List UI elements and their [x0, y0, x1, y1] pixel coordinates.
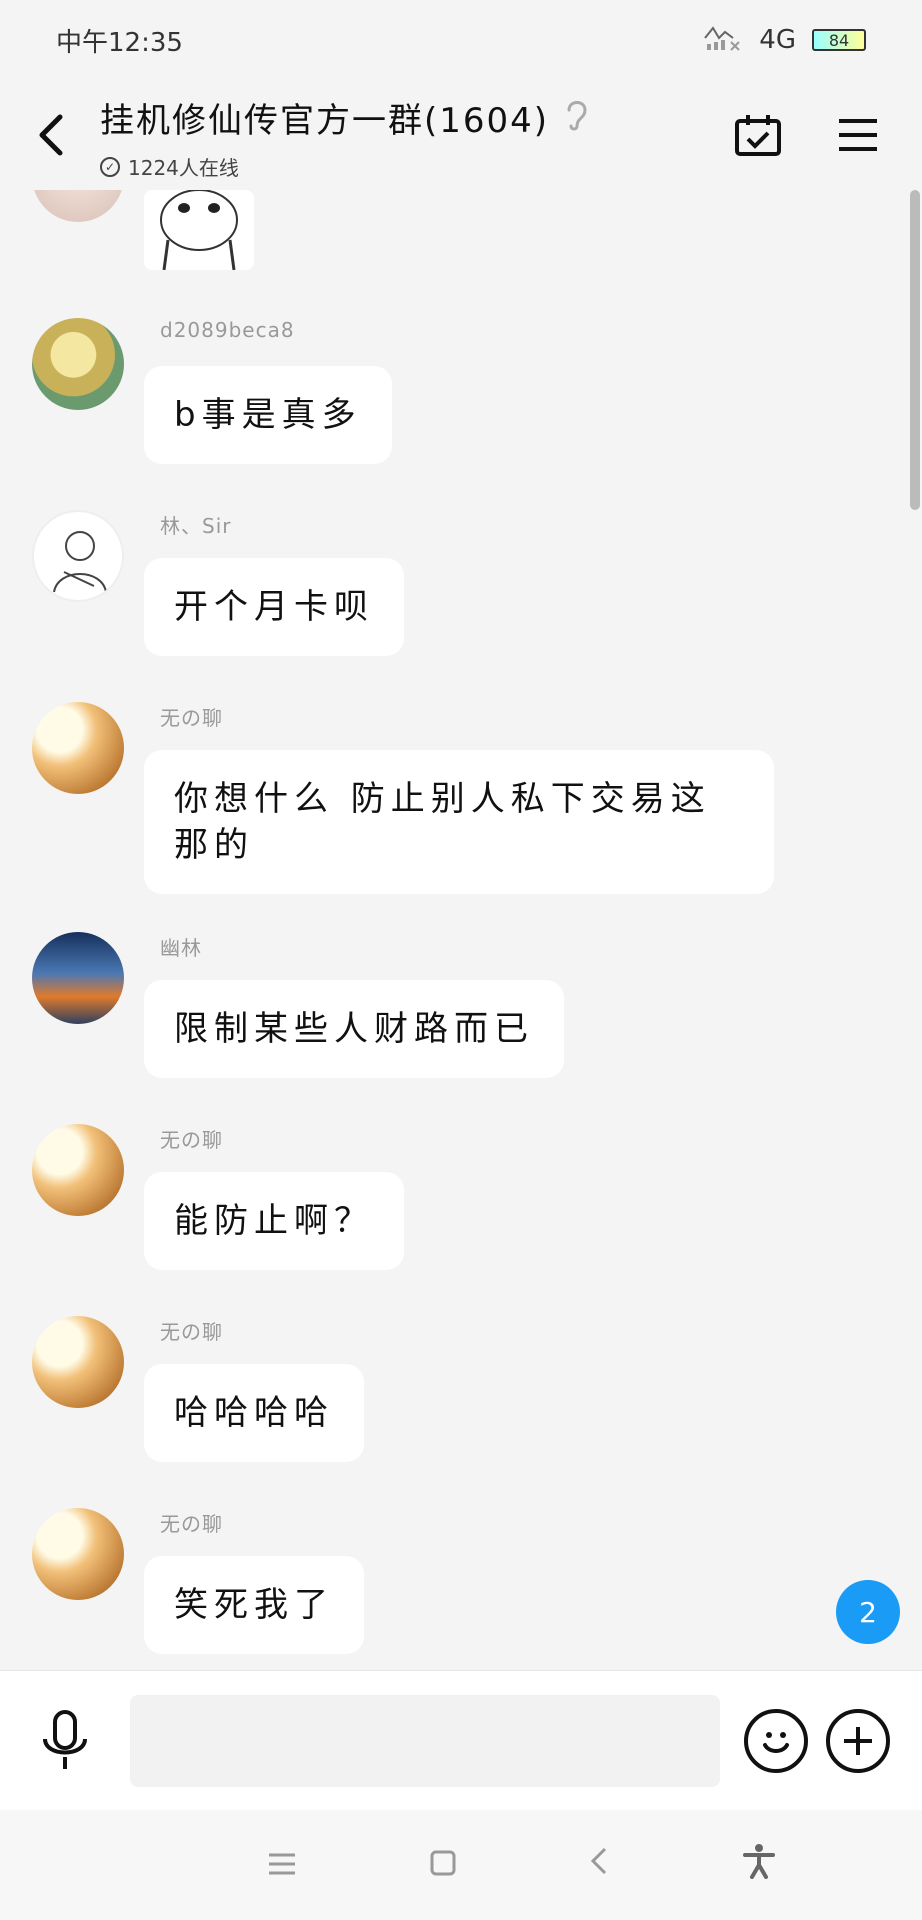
square-icon: [430, 1850, 455, 1876]
chevron-left-icon: [590, 1847, 606, 1875]
signal-icon: [703, 22, 743, 59]
message-input[interactable]: [130, 1694, 720, 1787]
input-bar: [0, 1670, 922, 1810]
scrollbar[interactable]: [910, 190, 920, 1670]
calendar-checkin-button[interactable]: [730, 107, 786, 163]
sender-name: 无の聊: [160, 706, 223, 730]
status-bar: 中午12:35 4G 84: [0, 0, 922, 80]
sender-name: d2089beca8: [160, 318, 295, 342]
avatar[interactable]: [32, 702, 124, 794]
avatar[interactable]: [32, 318, 124, 410]
smiley-icon: [763, 1731, 789, 1753]
battery-level: 84: [828, 30, 850, 50]
plus-icon: [844, 1726, 872, 1755]
sender-name: 幽林: [160, 936, 202, 960]
avatar[interactable]: [32, 1316, 124, 1408]
avatar[interactable]: [32, 1508, 124, 1600]
chat-header: 挂机修仙传官方一群(1604) ✓ 1224人在线: [0, 80, 922, 190]
input-actions: [744, 1708, 890, 1773]
message-list[interactable]: d2089beca8 b事是真多 林、Sir 开个月卡呗 无の聊 你想什么 防止…: [0, 190, 910, 1670]
nav-accessibility-button[interactable]: [742, 1843, 776, 1888]
online-count: 1224人在线: [128, 156, 239, 180]
chat-title-block[interactable]: 挂机修仙传官方一群(1604) ✓ 1224人在线: [100, 89, 730, 181]
sender-name: 无の聊: [160, 1128, 223, 1152]
chevron-left-icon: [39, 114, 63, 156]
message-bubble[interactable]: 哈哈哈哈: [144, 1364, 364, 1462]
scrollbar-thumb[interactable]: [910, 190, 920, 510]
message-bubble[interactable]: 限制某些人财路而已: [144, 980, 564, 1078]
back-button[interactable]: [0, 80, 100, 190]
message-bubble[interactable]: b事是真多: [144, 366, 392, 464]
add-attachment-button[interactable]: [826, 1708, 890, 1773]
ear-icon: [563, 96, 591, 140]
menu-icon: [839, 119, 877, 151]
message-bubble[interactable]: 你想什么 防止别人私下交易这那的: [144, 750, 774, 894]
accessibility-icon: [742, 1843, 775, 1879]
avatar[interactable]: [32, 1124, 124, 1216]
menu-icon: [268, 1853, 295, 1875]
status-time: 中午12:35: [56, 27, 183, 58]
message-bubble[interactable]: 开个月卡呗: [144, 558, 404, 656]
menu-button[interactable]: [830, 107, 886, 163]
network-type: 4G: [759, 25, 796, 55]
avatar[interactable]: [32, 510, 124, 602]
microphone-icon: [43, 1709, 87, 1769]
sender-name: 林、Sir: [160, 514, 232, 538]
online-icon: ✓: [100, 156, 120, 177]
message-bubble[interactable]: 笑死我了: [144, 1556, 364, 1654]
nav-back-button[interactable]: [589, 1845, 609, 1885]
status-icons: 4G 84: [703, 22, 866, 59]
avatar[interactable]: [32, 190, 124, 222]
online-status: ✓ 1224人在线: [100, 152, 730, 181]
header-actions: [730, 107, 922, 163]
avatar[interactable]: [32, 932, 124, 1024]
system-nav-bar: [0, 1810, 922, 1920]
sender-name: 无の聊: [160, 1512, 223, 1536]
nav-menu-button[interactable]: [267, 1845, 297, 1885]
calendar-check-icon: [735, 115, 781, 156]
emoji-button[interactable]: [744, 1708, 808, 1773]
sender-name: 无の聊: [160, 1320, 223, 1344]
group-title: 挂机修仙传官方一群(1604): [100, 101, 550, 141]
voice-button[interactable]: [0, 1671, 130, 1811]
unread-badge[interactable]: 2: [836, 1580, 900, 1644]
message-bubble[interactable]: 能防止啊？: [144, 1172, 404, 1270]
nav-home-button[interactable]: [430, 1845, 456, 1885]
sticker-image[interactable]: [144, 190, 254, 270]
group-title-row: 挂机修仙传官方一群(1604): [100, 93, 730, 142]
battery-icon: 84: [812, 29, 866, 51]
